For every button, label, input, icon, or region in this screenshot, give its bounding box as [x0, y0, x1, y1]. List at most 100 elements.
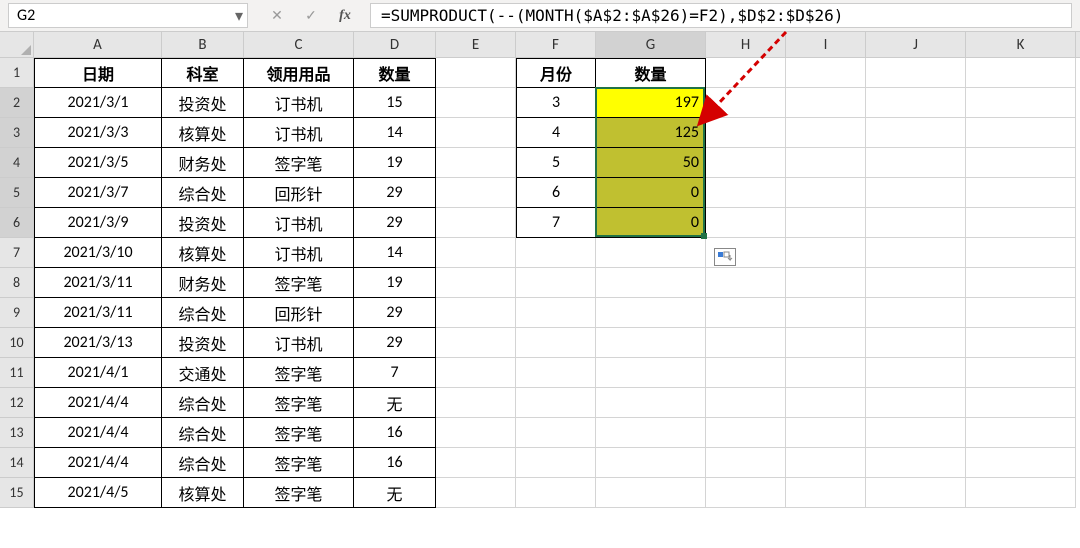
- cell-K10[interactable]: [966, 328, 1076, 358]
- cell-K3[interactable]: [966, 118, 1076, 148]
- cell-B12[interactable]: 综合处: [162, 388, 244, 418]
- cell-F5[interactable]: 6: [516, 178, 596, 208]
- row-header[interactable]: 10: [0, 328, 34, 358]
- col-header-K[interactable]: K: [966, 32, 1076, 57]
- cell-I4[interactable]: [786, 148, 866, 178]
- cell-F15[interactable]: [516, 478, 596, 508]
- cell-C5[interactable]: 回形针: [244, 178, 354, 208]
- cell-I13[interactable]: [786, 418, 866, 448]
- row-header[interactable]: 1: [0, 58, 34, 88]
- col-header-B[interactable]: B: [162, 32, 244, 57]
- cell-H9[interactable]: [706, 298, 786, 328]
- cell-K2[interactable]: [966, 88, 1076, 118]
- cell-F1[interactable]: 月份: [516, 58, 596, 88]
- cell-A12[interactable]: 2021/4/4: [34, 388, 162, 418]
- cell-G13[interactable]: [596, 418, 706, 448]
- cell-B1[interactable]: 科室: [162, 58, 244, 88]
- cell-I6[interactable]: [786, 208, 866, 238]
- col-header-E[interactable]: E: [436, 32, 516, 57]
- cell-K12[interactable]: [966, 388, 1076, 418]
- cell-H3[interactable]: [706, 118, 786, 148]
- cell-E15[interactable]: [436, 478, 516, 508]
- name-box-dropdown-icon[interactable]: ▾: [235, 6, 243, 26]
- col-header-F[interactable]: F: [516, 32, 596, 57]
- cell-D8[interactable]: 19: [354, 268, 436, 298]
- row-header[interactable]: 4: [0, 148, 34, 178]
- cell-I15[interactable]: [786, 478, 866, 508]
- cell-B14[interactable]: 综合处: [162, 448, 244, 478]
- cell-H8[interactable]: [706, 268, 786, 298]
- cell-C8[interactable]: 签字笔: [244, 268, 354, 298]
- cell-C6[interactable]: 订书机: [244, 208, 354, 238]
- cell-D4[interactable]: 19: [354, 148, 436, 178]
- cell-E13[interactable]: [436, 418, 516, 448]
- row-header[interactable]: 2: [0, 88, 34, 118]
- cell-H10[interactable]: [706, 328, 786, 358]
- cell-A3[interactable]: 2021/3/3: [34, 118, 162, 148]
- cell-A14[interactable]: 2021/4/4: [34, 448, 162, 478]
- col-header-J[interactable]: J: [866, 32, 966, 57]
- cell-E12[interactable]: [436, 388, 516, 418]
- cell-A11[interactable]: 2021/4/1: [34, 358, 162, 388]
- cell-K1[interactable]: [966, 58, 1076, 88]
- cell-E4[interactable]: [436, 148, 516, 178]
- col-header-A[interactable]: A: [34, 32, 162, 57]
- cell-E5[interactable]: [436, 178, 516, 208]
- cell-C2[interactable]: 订书机: [244, 88, 354, 118]
- cell-C9[interactable]: 回形针: [244, 298, 354, 328]
- cell-H6[interactable]: [706, 208, 786, 238]
- col-header-I[interactable]: I: [786, 32, 866, 57]
- cell-A1[interactable]: 日期: [34, 58, 162, 88]
- cell-A15[interactable]: 2021/4/5: [34, 478, 162, 508]
- row-header[interactable]: 9: [0, 298, 34, 328]
- cell-A5[interactable]: 2021/3/7: [34, 178, 162, 208]
- cell-E10[interactable]: [436, 328, 516, 358]
- cell-G2[interactable]: 197: [596, 88, 706, 118]
- cell-C7[interactable]: 订书机: [244, 238, 354, 268]
- row-header[interactable]: 7: [0, 238, 34, 268]
- cell-B2[interactable]: 投资处: [162, 88, 244, 118]
- cell-G6[interactable]: 0: [596, 208, 706, 238]
- cell-A7[interactable]: 2021/3/10: [34, 238, 162, 268]
- cell-J8[interactable]: [866, 268, 966, 298]
- autofill-options-button[interactable]: [714, 248, 736, 266]
- cell-C11[interactable]: 签字笔: [244, 358, 354, 388]
- cell-B6[interactable]: 投资处: [162, 208, 244, 238]
- cell-G14[interactable]: [596, 448, 706, 478]
- cell-J11[interactable]: [866, 358, 966, 388]
- cell-A13[interactable]: 2021/4/4: [34, 418, 162, 448]
- cell-D1[interactable]: 数量: [354, 58, 436, 88]
- cell-J15[interactable]: [866, 478, 966, 508]
- row-header[interactable]: 13: [0, 418, 34, 448]
- cell-F8[interactable]: [516, 268, 596, 298]
- cell-I14[interactable]: [786, 448, 866, 478]
- cell-B9[interactable]: 综合处: [162, 298, 244, 328]
- cell-I1[interactable]: [786, 58, 866, 88]
- row-header[interactable]: 3: [0, 118, 34, 148]
- cell-C15[interactable]: 签字笔: [244, 478, 354, 508]
- row-header[interactable]: 6: [0, 208, 34, 238]
- cell-A10[interactable]: 2021/3/13: [34, 328, 162, 358]
- cell-H2[interactable]: [706, 88, 786, 118]
- col-header-C[interactable]: C: [244, 32, 354, 57]
- cell-A2[interactable]: 2021/3/1: [34, 88, 162, 118]
- cell-K8[interactable]: [966, 268, 1076, 298]
- cell-C1[interactable]: 领用用品: [244, 58, 354, 88]
- cell-F2[interactable]: 3: [516, 88, 596, 118]
- cell-B8[interactable]: 财务处: [162, 268, 244, 298]
- col-header-G[interactable]: G: [596, 32, 706, 57]
- cell-I10[interactable]: [786, 328, 866, 358]
- cell-J3[interactable]: [866, 118, 966, 148]
- cell-C13[interactable]: 签字笔: [244, 418, 354, 448]
- cell-H11[interactable]: [706, 358, 786, 388]
- cell-J1[interactable]: [866, 58, 966, 88]
- cell-G15[interactable]: [596, 478, 706, 508]
- cell-B3[interactable]: 核算处: [162, 118, 244, 148]
- cell-C14[interactable]: 签字笔: [244, 448, 354, 478]
- cell-J4[interactable]: [866, 148, 966, 178]
- cell-E2[interactable]: [436, 88, 516, 118]
- cell-E9[interactable]: [436, 298, 516, 328]
- cell-K13[interactable]: [966, 418, 1076, 448]
- cell-D2[interactable]: 15: [354, 88, 436, 118]
- cell-F13[interactable]: [516, 418, 596, 448]
